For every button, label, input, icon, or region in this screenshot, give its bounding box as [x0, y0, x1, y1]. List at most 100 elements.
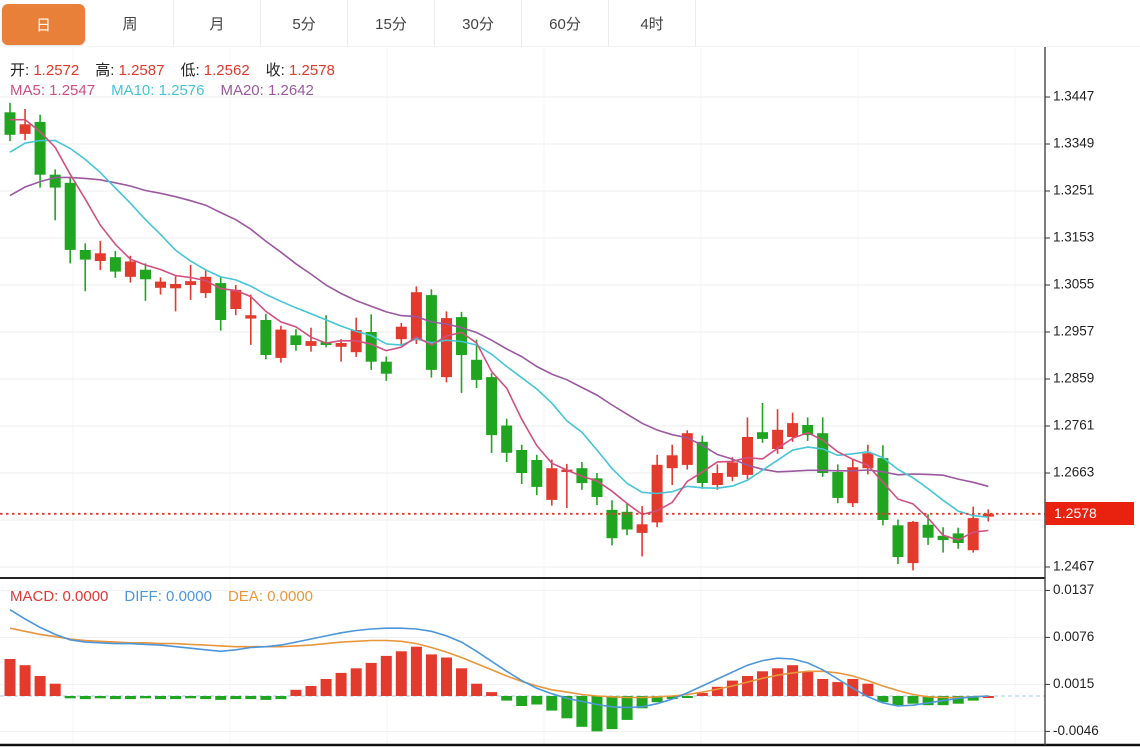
- candle-body-down: [64, 182, 76, 250]
- macd-hist-bar: [260, 696, 272, 700]
- macd-hist-bar: [516, 696, 528, 706]
- macd-hist-bar: [501, 696, 513, 701]
- candle-body-up: [19, 124, 31, 134]
- axis-tick-label: 0.0137: [1053, 582, 1094, 597]
- axis-tick-label: 1.2957: [1053, 324, 1094, 339]
- candle-body-up: [170, 284, 182, 289]
- macd-hist-bar: [305, 686, 317, 696]
- candle-body-up: [305, 341, 317, 346]
- candle-body-up: [124, 261, 136, 277]
- macd-hist-bar: [140, 696, 151, 699]
- candle-body-up: [335, 343, 347, 347]
- candle-body-up: [275, 329, 287, 358]
- macd-hist-bar: [471, 683, 483, 696]
- candle-body-down: [471, 359, 483, 380]
- macd-hist-bar: [681, 696, 693, 698]
- macd-hist-bar: [425, 654, 437, 696]
- macd-hist-bar: [155, 696, 166, 700]
- macd-hist-bar: [742, 676, 753, 696]
- candle-body-down: [892, 525, 904, 557]
- axis-tick-label: 0.0076: [1053, 629, 1094, 644]
- candle-body-down: [516, 450, 528, 473]
- macd-hist-bar: [606, 696, 618, 730]
- axis-tick-label: 1.3447: [1053, 89, 1094, 104]
- candlestick-chart-canvas[interactable]: 1.3447 1.3349 1.3251 1.3153 1.3055 1.2957 1.28…: [0, 0, 1140, 747]
- macd-legend-item: DEA: 0.0000: [227, 588, 313, 605]
- candle-body-up: [726, 462, 738, 477]
- candle-body-up: [94, 253, 106, 261]
- candle-body-down: [34, 121, 46, 175]
- macd-hist-bar: [787, 665, 799, 696]
- candle-body-down: [260, 320, 272, 355]
- macd-hist-bar: [185, 696, 197, 699]
- candle-body-down: [290, 335, 302, 345]
- axis-tick-label: 1.2761: [1053, 418, 1094, 433]
- candle-body-up: [711, 473, 723, 485]
- macd-hist-bar: [591, 696, 603, 732]
- candle-body-down: [49, 174, 61, 188]
- axis-tick-label: -0.0046: [1053, 723, 1099, 738]
- candle-body-down: [425, 295, 437, 370]
- macd-hist-bar: [290, 689, 302, 696]
- trading-chart-app: 日周月 5分 15分 30分 60分 4时 1.3447 1.3349 1.3251 1.315…: [0, 0, 1140, 747]
- ma10-line: [9, 139, 989, 518]
- macd-hist-bar: [531, 696, 543, 705]
- macd-hist-bar: [4, 659, 16, 696]
- candle-body-up: [742, 437, 753, 475]
- candle-body-up: [245, 315, 257, 319]
- candle-body-up: [155, 281, 166, 288]
- macd-hist-bar: [124, 696, 136, 700]
- candle-body-down: [109, 257, 121, 272]
- axis-tick-label: 1.2663: [1053, 465, 1094, 480]
- macd-hist-bar: [907, 696, 919, 704]
- axis-tick-label: 1.3153: [1053, 230, 1094, 245]
- candle-body-up: [546, 468, 558, 500]
- macd-hist-bar: [275, 696, 287, 700]
- macd-hist-bar: [546, 696, 558, 711]
- macd-hist-bar: [395, 651, 407, 696]
- macd-hist-bar: [441, 657, 452, 696]
- macd-hist-bar: [109, 696, 121, 700]
- ma-legend-item: MA10: 1.2576: [111, 82, 205, 99]
- macd-legend-item: DIFF: 0.0000: [124, 588, 212, 605]
- macd-hist-bar: [486, 692, 498, 696]
- last-price-badge: 1.2578: [1045, 502, 1134, 526]
- candle-body-up: [636, 524, 648, 533]
- macd-legend-item: MACD: 0.0000: [10, 588, 109, 605]
- ohlc-legend-item: 收: 1.2578: [265, 62, 335, 79]
- axis-tick-label: 1.2467: [1053, 559, 1094, 574]
- axis-tick-label: 1.3055: [1053, 277, 1094, 292]
- macd-hist-bar: [380, 655, 392, 696]
- macd-hist-bar: [757, 671, 768, 696]
- macd-hist-bar: [817, 679, 829, 696]
- candle-body-down: [4, 112, 16, 135]
- candle-body-down: [486, 377, 498, 436]
- macd-hist-bar: [34, 676, 46, 696]
- macd-hist-bar: [79, 696, 91, 700]
- macd-hist-bar: [350, 668, 362, 696]
- macd-hist-bar: [230, 696, 242, 700]
- ma-legend-item: MA20: 1.2642: [220, 82, 314, 99]
- macd-hist-bar: [19, 665, 31, 696]
- candle-body-up: [185, 281, 197, 285]
- ma-legend-item: MA5: 1.2547: [10, 82, 96, 99]
- candle-body-up: [395, 326, 407, 340]
- macd-hist-bar: [245, 696, 257, 700]
- candle-body-up: [441, 318, 452, 378]
- axis-tick-label: 0.0015: [1053, 676, 1094, 691]
- macd-hist-bar: [410, 646, 422, 696]
- candle-body-down: [380, 361, 392, 374]
- ohlc-legend: 开: 1.2572 高: 1.2587 低: 1.2562 收: 1.2578: [10, 59, 351, 80]
- axis-tick-label: 1.3251: [1053, 183, 1094, 198]
- axis-tick-label: 1.2859: [1053, 371, 1094, 386]
- candle-body-up: [666, 455, 678, 469]
- candle-body-up: [847, 467, 859, 504]
- candle-body-down: [365, 332, 377, 362]
- macd-hist-bar: [215, 696, 227, 700]
- macd-hist-bar: [726, 680, 738, 696]
- candle-body-down: [832, 472, 844, 498]
- candle-body-up: [907, 521, 919, 564]
- ohlc-legend-item: 低: 1.2562: [180, 62, 250, 79]
- candle-body-down: [79, 250, 91, 260]
- axis-tick-label: 1.3349: [1053, 136, 1094, 151]
